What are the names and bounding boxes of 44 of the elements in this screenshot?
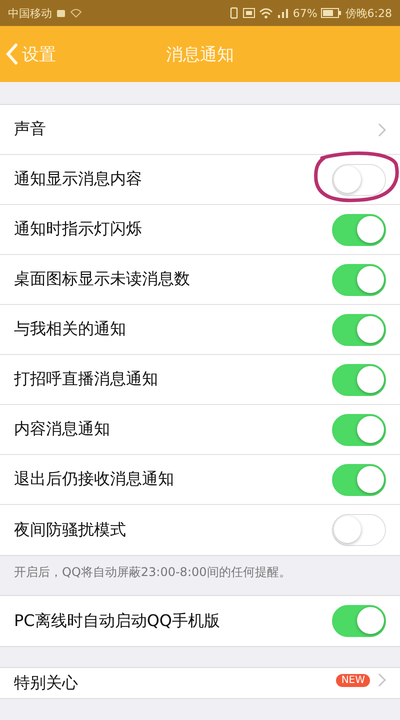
new-badge: NEW	[336, 674, 370, 686]
settings-row[interactable]: 特别关心 NEW	[0, 668, 400, 698]
settings-row[interactable]: 退出后仍接收消息通知	[0, 455, 400, 505]
vibrate-icon	[228, 7, 239, 19]
carrier-name: 中国移动	[8, 6, 52, 20]
chevron-left-icon	[6, 43, 18, 65]
settings-row[interactable]: 与我相关的通知	[0, 305, 400, 355]
settings-row[interactable]: 夜间防骚扰模式	[0, 505, 400, 555]
settings-row[interactable]: 声音	[0, 105, 400, 155]
toggle-switch[interactable]	[332, 464, 386, 496]
hint-text: 开启后，QQ将自动屏蔽23:00-8:00间的任何提醒。	[13, 564, 292, 581]
row-label: PC离线时自动启动QQ手机版	[14, 610, 220, 632]
row-label: 桌面图标显示未读消息数	[14, 269, 190, 290]
row-label: 内容消息通知	[14, 419, 110, 440]
toggle-switch[interactable]	[332, 514, 386, 546]
page-title: 消息通知	[166, 44, 234, 66]
row-label: 声音	[14, 119, 46, 140]
toggle-switch[interactable]	[332, 164, 386, 196]
row-label: 退出后仍接收消息通知	[14, 469, 174, 490]
row-label: 夜间防骚扰模式	[14, 520, 126, 540]
hd-icon	[242, 8, 255, 18]
toggle-switch[interactable]	[332, 414, 386, 446]
row-label: 通知显示消息内容	[14, 169, 142, 190]
signal-icon	[276, 7, 289, 19]
toggle-switch[interactable]	[332, 364, 386, 396]
battery-icon	[321, 8, 342, 18]
chevron-right-icon	[378, 673, 386, 687]
row-label: 通知时指示灯闪烁	[14, 219, 142, 240]
row-label: 特别关心	[14, 673, 78, 694]
settings-row[interactable]: 桌面图标显示未读消息数	[0, 255, 400, 305]
settings-row[interactable]: PC离线时自动启动QQ手机版	[0, 596, 400, 646]
chevron-right-icon	[378, 122, 386, 136]
clock-time: 傍晚6:28	[345, 6, 392, 20]
toggle-switch[interactable]	[332, 264, 386, 296]
toggle-switch[interactable]	[332, 214, 386, 246]
toggle-switch[interactable]	[332, 605, 386, 637]
settings-row[interactable]: 内容消息通知	[0, 405, 400, 455]
settings-row[interactable]: 通知时指示灯闪烁	[0, 205, 400, 255]
row-label: 打招呼直播消息通知	[14, 369, 158, 390]
battery-percent: 67%	[292, 6, 318, 20]
settings-row[interactable]: 打招呼直播消息通知	[0, 355, 400, 405]
toggle-switch[interactable]	[332, 314, 386, 346]
row-label: 与我相关的通知	[14, 319, 126, 340]
settings-row[interactable]: 通知显示消息内容	[0, 155, 400, 205]
